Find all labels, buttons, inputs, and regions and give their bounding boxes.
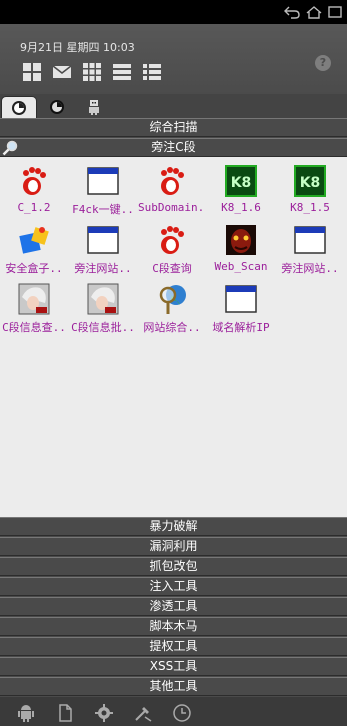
- box-icon: [19, 227, 49, 254]
- tool-item[interactable]: 旁注网站..: [69, 220, 137, 278]
- clock-icon[interactable]: [172, 703, 192, 723]
- tool-label: C段查询: [152, 262, 192, 275]
- help-icon[interactable]: ?: [315, 55, 331, 71]
- category-bar[interactable]: 其他工具: [0, 677, 347, 696]
- disc-icon: [12, 100, 26, 115]
- category-bar[interactable]: 提权工具: [0, 637, 347, 656]
- home-icon[interactable]: [306, 5, 322, 19]
- quick-icons: [22, 62, 162, 82]
- window-icon: [294, 226, 326, 254]
- tool-item[interactable]: C段信息查..: [0, 279, 68, 337]
- tool-label: 旁注网站..: [74, 262, 132, 275]
- document-icon[interactable]: [55, 703, 75, 723]
- tool-label: 旁注网站..: [281, 262, 339, 275]
- mail-icon[interactable]: [52, 62, 72, 82]
- magnifier-icon: [2, 140, 18, 156]
- foot-icon: [23, 167, 46, 195]
- tab-strip: [0, 94, 347, 118]
- tab-1[interactable]: [1, 96, 37, 118]
- category-bar[interactable]: 暴力破解: [0, 517, 347, 536]
- category-bar[interactable]: 漏洞利用: [0, 537, 347, 556]
- tool-item[interactable]: K8 K8_1.6: [207, 161, 275, 219]
- category-bar[interactable]: 抓包改包: [0, 557, 347, 576]
- k8-icon: K8: [294, 165, 326, 197]
- tool-label: 域名解析IP: [212, 321, 270, 334]
- tool-label: Web_Scan: [214, 260, 268, 273]
- grid-icon[interactable]: [82, 62, 102, 82]
- tool-item[interactable]: C段查询: [138, 220, 206, 278]
- list-icon[interactable]: [112, 62, 132, 82]
- category-label: 旁注C段: [151, 140, 196, 154]
- android-icon[interactable]: [16, 703, 36, 723]
- tool-label: 安全盒子..: [5, 262, 63, 275]
- tool-item[interactable]: F4ck一键..: [69, 161, 137, 219]
- tool-label: C段信息查..: [2, 321, 66, 334]
- k8-icon: K8: [225, 165, 257, 197]
- window-icon: [225, 285, 257, 313]
- disc-icon: [50, 100, 64, 114]
- tools-icon[interactable]: [133, 703, 153, 723]
- anime-icon: [87, 283, 119, 315]
- tool-item[interactable]: Web_Scan: [207, 220, 275, 278]
- status-bar: [0, 0, 347, 24]
- foot-icon: [161, 226, 184, 254]
- foot-icon: [161, 167, 184, 195]
- tool-item[interactable]: C_1.2: [0, 161, 68, 219]
- category-bar[interactable]: 渗透工具: [0, 597, 347, 616]
- tool-label: F4ck一键..: [72, 203, 134, 216]
- svg-text:K8: K8: [231, 175, 252, 191]
- recent-apps-icon[interactable]: [327, 5, 343, 19]
- tab-2[interactable]: [39, 96, 75, 118]
- demon-icon: [226, 225, 256, 255]
- tab-3[interactable]: [76, 96, 112, 118]
- tiles-icon[interactable]: [22, 62, 42, 82]
- tool-label: SubDomain..: [138, 201, 206, 214]
- tool-label: C_1.2: [17, 201, 51, 214]
- tool-label: C段信息批..: [71, 321, 135, 334]
- window-icon: [87, 167, 119, 195]
- category-bar[interactable]: 脚本木马: [0, 617, 347, 636]
- tool-item[interactable]: 安全盒子..: [0, 220, 68, 278]
- tool-panel: C_1.2 F4ck一键.. SubDomain.. K8 K8_1.6 K8 …: [0, 157, 347, 517]
- category-bar-top[interactable]: 综合扫描: [0, 118, 347, 137]
- tool-item[interactable]: C段信息批..: [69, 279, 137, 337]
- tool-item[interactable]: 网站综合..: [138, 279, 206, 337]
- robot-icon: [89, 100, 99, 115]
- tool-item[interactable]: 旁注网站..: [276, 220, 344, 278]
- svg-text:K8: K8: [300, 175, 321, 191]
- tool-item[interactable]: 域名解析IP: [207, 279, 275, 337]
- header: 9月21日 星期四 10:03 ?: [0, 24, 347, 94]
- tool-item[interactable]: SubDomain..: [138, 161, 206, 219]
- tool-label: K8_1.5: [290, 201, 330, 214]
- tool-item[interactable]: K8 K8_1.5: [276, 161, 344, 219]
- category-bar-current[interactable]: 旁注C段: [0, 138, 347, 157]
- window-icon: [87, 226, 119, 254]
- back-icon[interactable]: [284, 5, 300, 19]
- tool-label: 网站综合..: [143, 321, 201, 334]
- tool-label: K8_1.6: [221, 201, 261, 214]
- datetime: 9月21日 星期四 10:03: [20, 41, 135, 54]
- bottom-nav: [0, 697, 347, 726]
- gear-icon[interactable]: [94, 703, 114, 723]
- magnifier-globe-icon: [159, 285, 186, 314]
- anime-icon: [18, 283, 50, 315]
- category-bar[interactable]: XSS工具: [0, 657, 347, 676]
- detail-list-icon[interactable]: [142, 62, 162, 82]
- category-bar[interactable]: 注入工具: [0, 577, 347, 596]
